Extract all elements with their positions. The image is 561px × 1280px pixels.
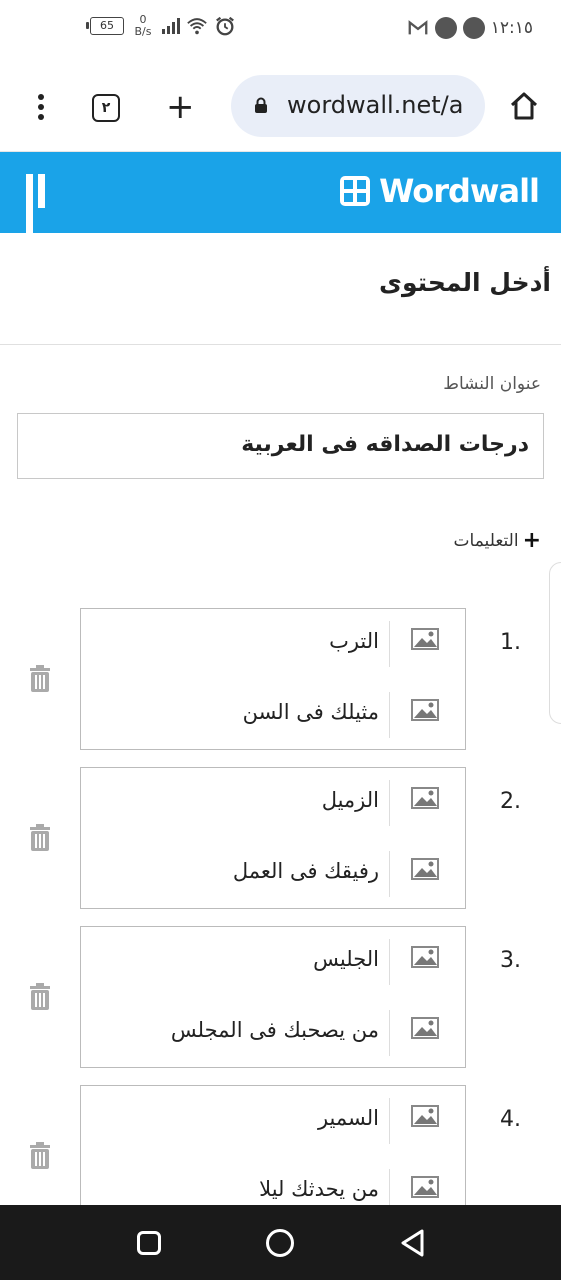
lock-icon (255, 97, 267, 113)
keyword-text: الترب (329, 629, 379, 653)
keyword-field[interactable]: الجليس (80, 926, 466, 999)
status-left: 65 0 B/s (86, 14, 236, 38)
phone-icon (434, 17, 457, 39)
system-nav-bar (0, 1205, 561, 1280)
status-bar: 65 0 B/s ١٢:١٥ (0, 0, 561, 62)
gmail-icon (408, 20, 428, 35)
address-bar[interactable]: wordwall.net/a (231, 75, 485, 137)
image-icon[interactable] (389, 621, 465, 667)
brand-logo[interactable]: Wordwall (339, 172, 540, 210)
keyword-field[interactable]: الزميل (80, 767, 466, 840)
image-icon[interactable] (389, 939, 465, 985)
definition-text: مثيلك فى السن (242, 700, 379, 724)
back-icon[interactable] (398, 1227, 428, 1259)
definition-field[interactable]: مثيلك فى السن (80, 680, 466, 750)
brand-name: Wordwall (379, 172, 540, 210)
alarm-icon (216, 16, 234, 36)
wifi-icon (187, 18, 207, 35)
url-text: wordwall.net/a (287, 91, 464, 119)
page-title: أدخل المحتوى (379, 268, 551, 297)
trash-icon[interactable] (28, 824, 52, 852)
clock-time: ١٢:١٥ (490, 18, 533, 38)
definition-text: من يصحبك فى المجلس (170, 1018, 379, 1042)
net-speed: 0 B/s (130, 14, 156, 38)
tab-switcher-button[interactable]: ٢ (92, 94, 120, 122)
definition-text: من يحدثك ليلا (259, 1177, 379, 1201)
item-number: 4. (500, 1107, 521, 1132)
browser-toolbar: ٢ + wordwall.net/a (0, 62, 561, 152)
image-icon[interactable] (389, 1010, 465, 1056)
trash-icon[interactable] (28, 983, 52, 1011)
item-number: 2. (500, 789, 521, 814)
status-right: ١٢:١٥ (407, 17, 533, 39)
image-icon[interactable] (389, 851, 465, 897)
instructions-label: التعليمات (453, 530, 519, 551)
definition-text: رفيقك فى العمل (232, 859, 379, 883)
activity-title-label: عنوان النشاط (443, 374, 541, 394)
plus-icon: + (522, 528, 541, 553)
app-notification-icon (462, 17, 485, 39)
menu-icon[interactable] (26, 174, 60, 242)
home-circle-icon[interactable] (266, 1229, 294, 1257)
list-item: 2. الزميل رفيقك فى العمل (0, 767, 561, 927)
item-number: 1. (500, 630, 521, 655)
battery-icon: 65 (86, 17, 124, 35)
wordwall-logo-icon (340, 176, 371, 206)
item-number: 3. (500, 948, 521, 973)
list-item: 3. الجليس من يصحبك فى المجلس (0, 926, 561, 1086)
keyword-text: الزميل (321, 788, 379, 812)
keyword-text: السمير (317, 1106, 379, 1130)
trash-icon[interactable] (28, 1142, 52, 1170)
divider (0, 344, 561, 345)
keyword-field[interactable]: الترب (80, 608, 466, 681)
keyword-field[interactable]: السمير (80, 1085, 466, 1158)
plus-icon[interactable]: + (166, 90, 195, 124)
signal-icon (162, 18, 180, 34)
home-icon[interactable] (506, 88, 542, 124)
trash-icon[interactable] (28, 665, 52, 693)
definition-field[interactable]: رفيقك فى العمل (80, 839, 466, 909)
list-item: 1. الترب مثيلك فى السن (0, 608, 561, 768)
image-icon[interactable] (389, 780, 465, 826)
more-vert-icon[interactable] (36, 94, 46, 124)
activity-title-input[interactable]: درجات الصداقه فى العربية (17, 413, 544, 479)
definition-field[interactable]: من يصحبك فى المجلس (80, 998, 466, 1068)
app-header: Wordwall (0, 152, 561, 242)
net-speed-unit: B/s (134, 25, 152, 38)
instructions-toggle[interactable]: + التعليمات (454, 528, 541, 553)
image-icon[interactable] (389, 1098, 465, 1144)
image-icon[interactable] (389, 692, 465, 738)
recents-icon[interactable] (137, 1231, 161, 1255)
keyword-text: الجليس (313, 947, 379, 971)
